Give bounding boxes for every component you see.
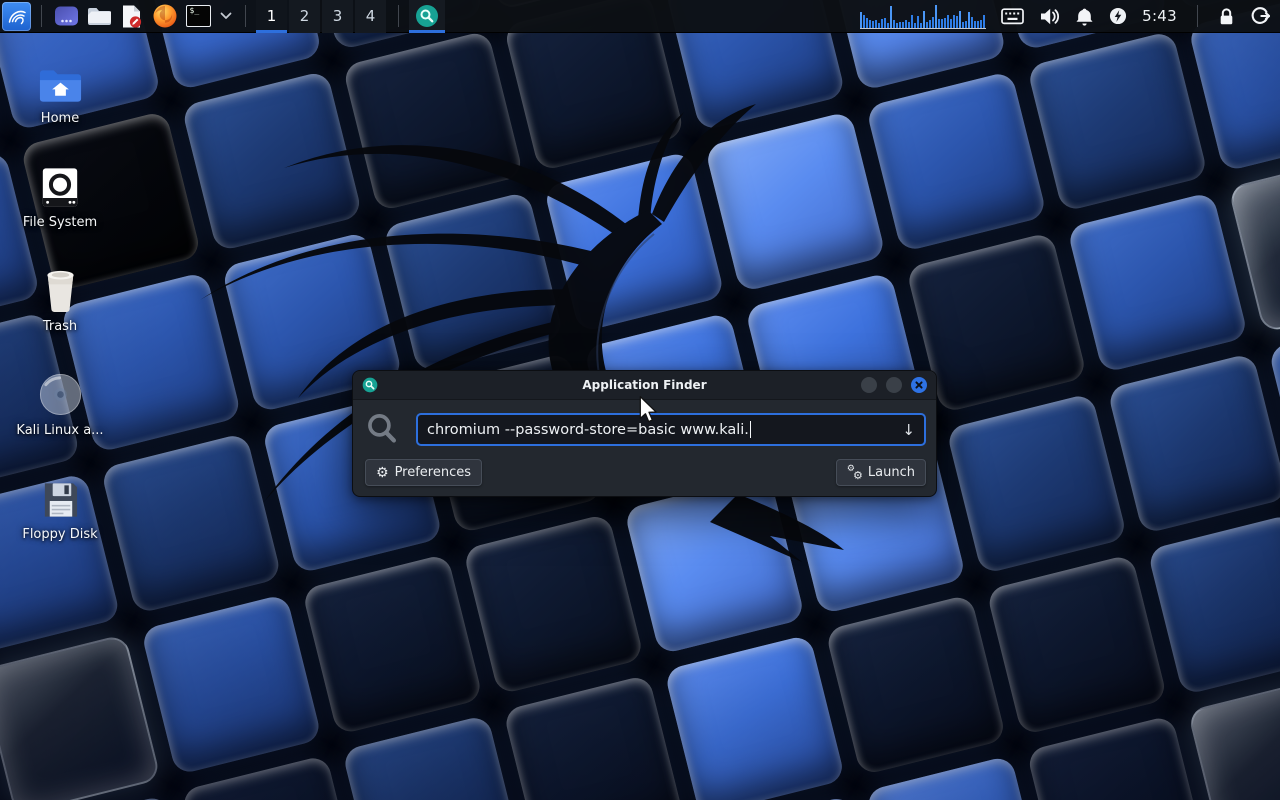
- workspace-button-1[interactable]: 1: [256, 0, 287, 33]
- maximize-button[interactable]: [886, 377, 902, 393]
- desktop-icon-label: Trash: [43, 319, 77, 334]
- dashboard-icon: [54, 4, 79, 28]
- desktop-icon-label: Home: [41, 111, 79, 126]
- workspace-button-4[interactable]: 4: [355, 0, 386, 33]
- terminal-dropdown-button[interactable]: [217, 0, 235, 33]
- firefox-launcher-button[interactable]: [151, 0, 179, 33]
- keyboard-indicator-button[interactable]: [1001, 8, 1024, 25]
- volume-button[interactable]: [1039, 7, 1060, 26]
- firefox-icon: [152, 3, 178, 29]
- titlebar[interactable]: Application Finder: [353, 371, 936, 400]
- cpu-graph[interactable]: [860, 4, 986, 29]
- close-icon: [911, 377, 927, 393]
- preferences-label: Preferences: [395, 465, 471, 480]
- workspace-button-3[interactable]: 3: [322, 0, 353, 33]
- folder-icon: [87, 6, 112, 27]
- clock[interactable]: 5:43: [1142, 7, 1177, 25]
- workspace-label: 3: [333, 7, 343, 25]
- workspace-label: 4: [366, 7, 376, 25]
- logout-icon: [1250, 6, 1270, 26]
- hard-drive-icon: [39, 166, 81, 209]
- gear-icon: ⚙: [376, 466, 389, 480]
- search-query-text: chromium --password-store=basic www.kali…: [427, 422, 749, 438]
- desktop-icon-label: Kali Linux a...: [16, 423, 103, 438]
- terminal-launcher-button[interactable]: $_: [184, 0, 212, 33]
- power-bolt-icon: [1109, 7, 1127, 25]
- workspace-button-2[interactable]: 2: [289, 0, 320, 33]
- file-manager-launcher-button[interactable]: [85, 0, 113, 33]
- close-button[interactable]: [911, 377, 927, 393]
- desktop: $_ 1 2 3 4: [0, 0, 1280, 800]
- lock-icon: [1218, 7, 1235, 26]
- home-folder-icon: [38, 67, 83, 105]
- dropdown-arrow-icon[interactable]: ↓: [894, 421, 915, 439]
- kali-logo-icon: [5, 4, 29, 28]
- speaker-icon: [1039, 7, 1060, 26]
- desktop-icon-label: Floppy Disk: [22, 527, 97, 542]
- launch-label: Launch: [868, 465, 915, 480]
- trash-icon: [40, 268, 81, 313]
- keyboard-icon: [1001, 8, 1024, 25]
- text-caret: [750, 421, 752, 438]
- preferences-button[interactable]: ⚙ Preferences: [365, 459, 482, 486]
- desktop-icon-kali-linux-cd[interactable]: Kali Linux a...: [14, 369, 106, 473]
- panel-separator: [1197, 5, 1198, 27]
- cdrom-icon: [38, 372, 83, 417]
- launch-gears-icon: ⚙ ⚙: [847, 465, 862, 480]
- panel-separator: [41, 5, 42, 27]
- search-input[interactable]: chromium --password-store=basic www.kali…: [416, 413, 926, 446]
- terminal-icon: $_: [186, 5, 211, 27]
- minimize-button[interactable]: [861, 377, 877, 393]
- desktop-icon-file-system[interactable]: File System: [14, 161, 106, 265]
- text-editor-icon: [120, 4, 144, 29]
- workspace-label: 2: [300, 7, 310, 25]
- window-title: Application Finder: [353, 378, 936, 392]
- taskbar-appfinder-button[interactable]: [409, 0, 445, 33]
- desktop-icon-label: File System: [23, 215, 97, 230]
- search-icon: [365, 412, 400, 447]
- panel-separator: [245, 5, 246, 27]
- chevron-down-icon: [220, 12, 232, 20]
- floppy-icon: [40, 479, 81, 521]
- top-panel: $_ 1 2 3 4: [0, 0, 1280, 33]
- window-appfinder-icon: [362, 377, 378, 393]
- workspace-switcher: 1 2 3 4: [256, 0, 388, 33]
- application-finder-window: Application Finder chromi: [352, 370, 937, 497]
- bell-icon: [1075, 7, 1094, 26]
- power-manager-button[interactable]: [1109, 7, 1127, 25]
- desktop-icon-home[interactable]: Home: [14, 57, 106, 161]
- panel-separator: [398, 5, 399, 27]
- workspace-label: 1: [267, 7, 277, 25]
- desktop-icon-column: Home File System: [14, 57, 106, 577]
- desktop-icon-trash[interactable]: Trash: [14, 265, 106, 369]
- notifications-button[interactable]: [1075, 7, 1094, 26]
- lock-screen-button[interactable]: [1218, 7, 1235, 26]
- logout-button[interactable]: [1250, 6, 1270, 26]
- dashboard-launcher-button[interactable]: [52, 0, 80, 33]
- desktop-icon-floppy-disk[interactable]: Floppy Disk: [14, 473, 106, 577]
- applications-menu-button[interactable]: [2, 2, 31, 31]
- appfinder-search-icon: [415, 4, 439, 28]
- launch-button[interactable]: ⚙ ⚙ Launch: [836, 459, 926, 486]
- text-editor-launcher-button[interactable]: [118, 0, 146, 33]
